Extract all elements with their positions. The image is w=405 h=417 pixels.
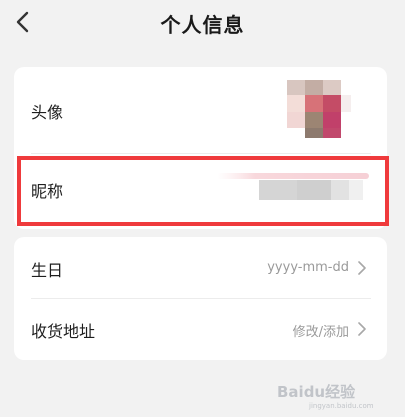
avatar-row[interactable]: 头像	[14, 67, 387, 153]
birthday-row[interactable]: 生日 yyyy-mm-dd	[14, 237, 387, 298]
svg-text:Baidu经验: Baidu经验	[277, 383, 356, 401]
chevron-right-icon	[358, 261, 366, 275]
avatar-label: 头像	[31, 103, 64, 122]
baidu-jingyan-watermark: Baidu经验 jingyan.baidu.com	[277, 383, 374, 410]
shipping-address-label: 收货地址	[31, 322, 96, 341]
svg-text:jingyan.baidu.com: jingyan.baidu.com	[308, 402, 374, 410]
avatar[interactable]	[279, 80, 373, 140]
info-card: 生日 yyyy-mm-dd 收货地址 修改/添加	[14, 237, 387, 360]
nickname-value-blurred	[217, 173, 369, 200]
top-navigation-bar: 个人信息	[0, 0, 405, 46]
profile-card: 头像 昵称	[14, 67, 387, 229]
nickname-label: 昵称	[31, 182, 64, 201]
birthday-value: yyyy-mm-dd	[267, 260, 349, 275]
shipping-address-row[interactable]: 收货地址 修改/添加	[14, 299, 387, 360]
screen: 个人信息 头像 昵称 生日 yyyy-mm-dd 收货地址 修改/添加 Baid…	[0, 0, 405, 417]
shipping-address-value: 修改/添加	[292, 325, 349, 340]
page-title: 个人信息	[160, 13, 245, 37]
chevron-right-icon	[358, 322, 366, 336]
birthday-label: 生日	[31, 261, 64, 280]
